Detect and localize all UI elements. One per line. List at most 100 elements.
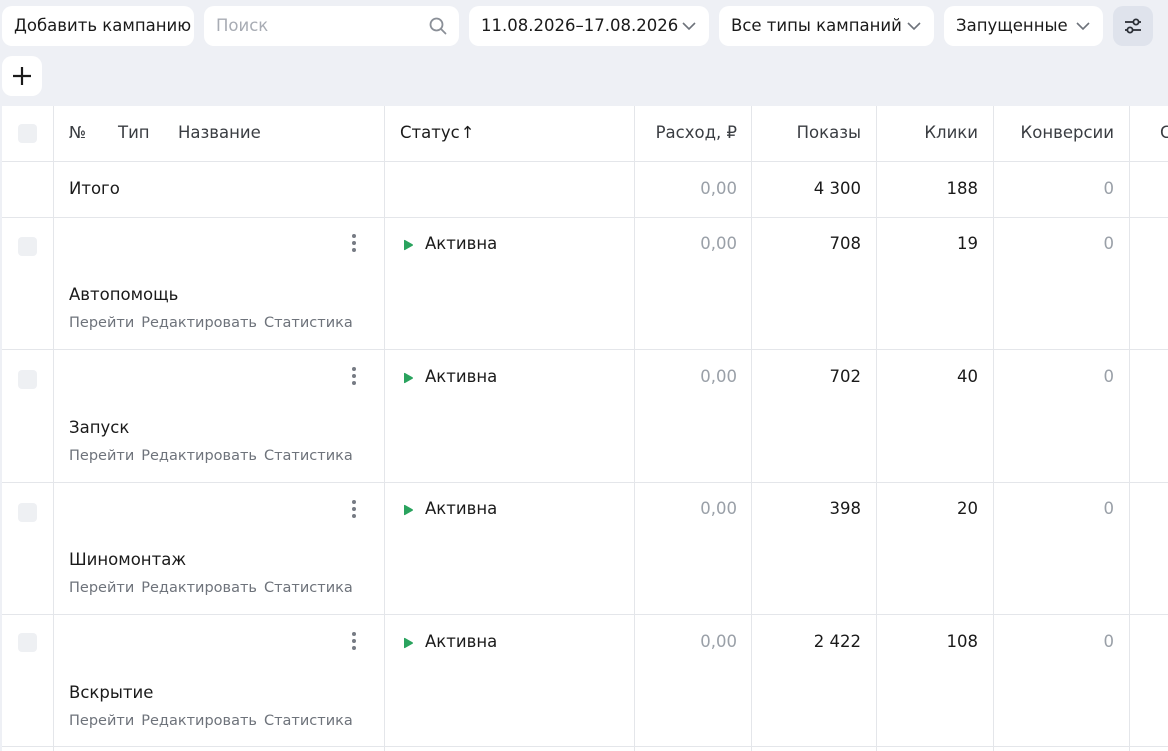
cell-conversions: 0	[1103, 234, 1115, 253]
row-checkbox[interactable]	[18, 503, 37, 522]
cell-conversions: 0	[1103, 367, 1115, 386]
filter-sliders-icon	[1125, 18, 1141, 34]
open-link[interactable]: Перейти	[69, 448, 134, 464]
total-label: Итого	[69, 179, 120, 198]
cell-clicks: 40	[957, 367, 978, 386]
row-divider	[2, 161, 1168, 162]
edit-link[interactable]: Редактировать	[141, 580, 257, 596]
more-vertical-icon[interactable]	[350, 632, 358, 654]
chevron-down-icon	[682, 22, 696, 31]
play-icon	[404, 637, 413, 649]
header-conversions[interactable]: Конверсии	[1001, 123, 1114, 142]
cell-clicks: 108	[946, 632, 979, 651]
campaign-name[interactable]: Шиномонтаж	[69, 550, 186, 569]
cell-clicks: 19	[957, 234, 978, 253]
toolbar: Добавить кампанию Поиск 11.08.2026–17.08…	[0, 0, 1168, 52]
add-campaign-button[interactable]: Добавить кампанию	[2, 6, 194, 46]
search-placeholder: Поиск	[216, 16, 269, 35]
select-all-checkbox[interactable]	[18, 124, 37, 143]
row-actions: Перейти Редактировать Статистика	[69, 448, 360, 464]
edit-link[interactable]: Редактировать	[141, 713, 257, 729]
header-status[interactable]: Статус↑	[400, 123, 475, 142]
campaigns-table: № Тип Название Статус↑ Расход, ₽ Показы …	[2, 106, 1168, 751]
search-icon	[429, 17, 447, 35]
header-impressions[interactable]: Показы	[759, 123, 861, 142]
header-next-column[interactable]: С	[1160, 123, 1168, 142]
row-checkbox[interactable]	[18, 633, 37, 652]
add-campaign-label: Добавить кампанию	[14, 16, 192, 35]
date-range-select[interactable]: 11.08.2026–17.08.2026	[469, 6, 709, 46]
header-spend[interactable]: Расход, ₽	[642, 123, 737, 142]
status-label: Активна	[425, 499, 498, 518]
play-icon	[404, 372, 413, 384]
date-range-value: 11.08.2026–17.08.2026	[481, 16, 679, 35]
header-name[interactable]: Название	[178, 123, 261, 142]
campaign-state-value: Запущенные	[956, 16, 1068, 35]
cell-impressions: 398	[829, 499, 862, 518]
open-link[interactable]: Перейти	[69, 580, 134, 596]
column-divider	[993, 106, 994, 751]
edit-link[interactable]: Редактировать	[141, 448, 257, 464]
row-actions: Перейти Редактировать Статистика	[69, 713, 360, 729]
stats-link[interactable]: Статистика	[264, 315, 353, 331]
row-checkbox[interactable]	[18, 237, 37, 256]
row-divider	[2, 746, 1168, 747]
chevron-down-icon	[1076, 22, 1090, 31]
campaign-name[interactable]: Вскрытие	[69, 683, 153, 702]
campaign-state-select[interactable]: Запущенные	[944, 6, 1103, 46]
header-number[interactable]: №	[69, 123, 86, 142]
sort-arrow-icon: ↑	[460, 123, 475, 142]
status-label: Активна	[425, 632, 498, 651]
total-conversions: 0	[1103, 179, 1115, 198]
search-input[interactable]: Поиск	[204, 6, 459, 46]
column-divider	[634, 106, 635, 751]
total-spend: 0,00	[700, 179, 737, 198]
column-divider	[876, 106, 877, 751]
plus-icon	[13, 67, 31, 85]
total-impressions: 4 300	[813, 179, 861, 198]
cell-impressions: 702	[829, 367, 862, 386]
cell-spend: 0,00	[700, 632, 737, 651]
row-divider	[2, 217, 1168, 218]
edit-link[interactable]: Редактировать	[141, 315, 257, 331]
campaign-types-select[interactable]: Все типы кампаний	[719, 6, 934, 46]
cell-spend: 0,00	[700, 234, 737, 253]
add-button[interactable]	[2, 56, 42, 96]
play-icon	[404, 239, 413, 251]
filter-settings-button[interactable]	[1113, 6, 1153, 46]
stats-link[interactable]: Статистика	[264, 713, 353, 729]
cell-spend: 0,00	[700, 367, 737, 386]
header-status-label: Статус	[400, 123, 460, 142]
cell-clicks: 20	[957, 499, 978, 518]
more-vertical-icon[interactable]	[350, 500, 358, 522]
status-label: Активна	[425, 367, 498, 386]
column-divider	[53, 106, 54, 751]
campaign-name[interactable]: Автопомощь	[69, 285, 178, 304]
stats-link[interactable]: Статистика	[264, 448, 353, 464]
cell-conversions: 0	[1103, 499, 1115, 518]
cell-conversions: 0	[1103, 632, 1115, 651]
campaign-name[interactable]: Запуск	[69, 418, 129, 437]
row-divider	[2, 349, 1168, 350]
chevron-down-icon	[907, 22, 921, 31]
more-vertical-icon[interactable]	[350, 367, 358, 389]
open-link[interactable]: Перейти	[69, 713, 134, 729]
stats-link[interactable]: Статистика	[264, 580, 353, 596]
column-divider	[1129, 106, 1130, 751]
status-label: Активна	[425, 234, 498, 253]
play-icon	[404, 504, 413, 516]
row-checkbox[interactable]	[18, 370, 37, 389]
total-clicks: 188	[946, 179, 979, 198]
row-actions: Перейти Редактировать Статистика	[69, 315, 360, 331]
header-type[interactable]: Тип	[118, 123, 150, 142]
row-divider	[2, 482, 1168, 483]
column-divider	[384, 106, 385, 751]
open-link[interactable]: Перейти	[69, 315, 134, 331]
cell-impressions: 708	[829, 234, 862, 253]
column-divider	[751, 106, 752, 751]
more-vertical-icon[interactable]	[350, 234, 358, 256]
header-clicks[interactable]: Клики	[884, 123, 978, 142]
row-actions: Перейти Редактировать Статистика	[69, 580, 360, 596]
campaign-types-value: Все типы кампаний	[731, 16, 902, 35]
cell-impressions: 2 422	[813, 632, 861, 651]
